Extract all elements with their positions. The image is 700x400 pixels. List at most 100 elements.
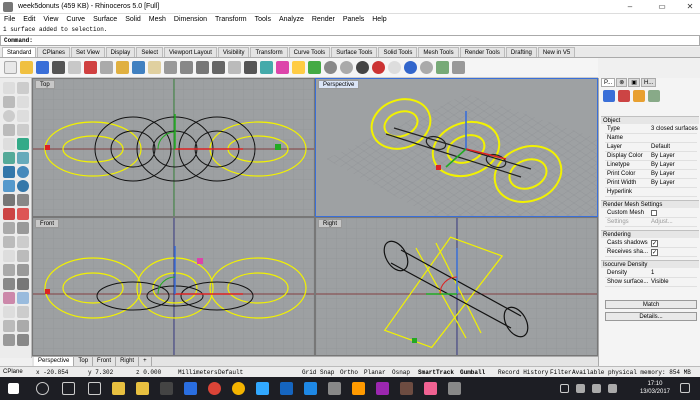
- search-icon[interactable]: [36, 382, 49, 395]
- tab-mesh-tools[interactable]: Mesh Tools: [418, 47, 459, 57]
- minimize-button[interactable]: –: [620, 1, 640, 13]
- join-icon[interactable]: [17, 222, 29, 234]
- zoom-extents-icon[interactable]: [212, 61, 225, 74]
- array-icon[interactable]: [3, 278, 15, 290]
- circle-icon[interactable]: [3, 110, 15, 122]
- tab-render[interactable]: ⊗: [616, 78, 628, 87]
- ortho-toggle[interactable]: Ortho: [340, 369, 358, 376]
- tab-cplanes[interactable]: CPlanes: [37, 47, 71, 57]
- row-density[interactable]: Density 1: [605, 269, 697, 278]
- menu-curve[interactable]: Curve: [66, 16, 85, 23]
- tab-display[interactable]: Display: [105, 47, 136, 57]
- command-input[interactable]: Command:: [0, 35, 700, 46]
- maximize-button[interactable]: ▭: [652, 1, 672, 13]
- menu-dimension[interactable]: Dimension: [174, 16, 207, 23]
- tab-visibility[interactable]: Visibility: [217, 47, 250, 57]
- copy-object-icon[interactable]: [3, 250, 15, 262]
- layer-status[interactable]: Default: [218, 369, 243, 376]
- render-tool-icon[interactable]: [17, 292, 29, 304]
- material-sphere-icon[interactable]: [372, 61, 385, 74]
- tab-render-tools[interactable]: Render Tools: [459, 47, 505, 57]
- row-show-surface[interactable]: Show surface... Visible: [605, 278, 697, 287]
- tab-set-view[interactable]: Set View: [71, 47, 105, 57]
- xray-sphere-icon[interactable]: [420, 61, 433, 74]
- menu-tools[interactable]: Tools: [255, 16, 271, 23]
- lock-icon[interactable]: [308, 61, 321, 74]
- split-icon[interactable]: [3, 222, 15, 234]
- custom-mesh-checkbox[interactable]: [651, 210, 657, 216]
- help-icon[interactable]: [452, 61, 465, 74]
- folder-icon[interactable]: [136, 382, 149, 395]
- vlc-icon[interactable]: [376, 382, 389, 395]
- volume-icon[interactable]: [592, 384, 601, 393]
- scale-icon[interactable]: [3, 264, 15, 276]
- render-icon[interactable]: [404, 61, 417, 74]
- boolean-icon[interactable]: [17, 194, 29, 206]
- viewport-right[interactable]: Right: [315, 217, 598, 356]
- smarttrack-toggle[interactable]: SmartTrack: [418, 369, 454, 376]
- undo-icon[interactable]: [132, 61, 145, 74]
- planar-toggle[interactable]: Planar: [364, 369, 386, 376]
- row-print-color[interactable]: Print Color By Layer: [605, 170, 697, 179]
- rotate-icon[interactable]: [17, 250, 29, 262]
- row-name[interactable]: Name: [605, 134, 697, 143]
- visible-checkbox[interactable]: Visible: [651, 278, 669, 287]
- photoshop-icon[interactable]: [256, 382, 269, 395]
- tab-viewport-layout[interactable]: Viewport Layout: [164, 47, 217, 57]
- extrude-icon[interactable]: [3, 152, 15, 164]
- viewport-right-label[interactable]: Right: [318, 219, 343, 228]
- viewport-perspective[interactable]: Perspective: [315, 78, 598, 217]
- point-icon[interactable]: [17, 82, 29, 94]
- viewport-front-label[interactable]: Front: [35, 219, 60, 228]
- tab-help[interactable]: H...: [640, 78, 657, 87]
- menu-render[interactable]: Render: [312, 16, 335, 23]
- cut-icon[interactable]: [84, 61, 97, 74]
- options-icon[interactable]: [436, 61, 449, 74]
- points-on-icon[interactable]: [3, 320, 15, 332]
- task-view-icon[interactable]: [62, 382, 75, 395]
- row-receives-shadows[interactable]: Receives sha... ✓: [605, 248, 697, 257]
- dimension-icon[interactable]: [17, 278, 29, 290]
- tab-surface-tools[interactable]: Surface Tools: [331, 47, 378, 57]
- zoom-icon[interactable]: [180, 61, 193, 74]
- tab-select[interactable]: Select: [136, 47, 163, 57]
- save-icon[interactable]: [36, 61, 49, 74]
- windows-start-icon[interactable]: [8, 383, 19, 394]
- viewport-4-icon[interactable]: [244, 61, 257, 74]
- polyline-icon[interactable]: [3, 96, 15, 108]
- vp-tab-top[interactable]: Top: [74, 357, 94, 366]
- store-icon[interactable]: [160, 382, 173, 395]
- tab-curve-tools[interactable]: Curve Tools: [288, 47, 331, 57]
- tab-transform[interactable]: Transform: [250, 47, 288, 57]
- system-clock[interactable]: 17:10 13/03/2017: [640, 380, 670, 396]
- sketch-app-icon[interactable]: [400, 382, 413, 395]
- casts-shadows-checkbox[interactable]: ✓: [651, 240, 658, 247]
- vp-tab-front[interactable]: Front: [93, 357, 117, 366]
- tablet-icon[interactable]: [88, 382, 101, 395]
- menu-solid[interactable]: Solid: [125, 16, 141, 23]
- explode-icon[interactable]: [3, 236, 15, 248]
- network-icon[interactable]: [576, 384, 585, 393]
- menu-help[interactable]: Help: [372, 16, 386, 23]
- menu-analyze[interactable]: Analyze: [279, 16, 304, 23]
- print-icon[interactable]: [52, 61, 65, 74]
- loft-icon[interactable]: [17, 152, 29, 164]
- tab-new-in-v5[interactable]: New in V5: [537, 47, 576, 57]
- paste-icon[interactable]: [116, 61, 129, 74]
- record-history-toggle[interactable]: Record History: [498, 369, 548, 376]
- cplane-label[interactable]: CPlane: [3, 369, 23, 375]
- curve-icon[interactable]: [17, 96, 29, 108]
- move-icon[interactable]: [17, 236, 29, 248]
- rendered-sphere-icon[interactable]: [356, 61, 369, 74]
- text-icon[interactable]: [3, 138, 15, 150]
- texture-mapping-icon[interactable]: [648, 90, 660, 102]
- layer-icon[interactable]: [260, 61, 273, 74]
- menu-panels[interactable]: Panels: [343, 16, 364, 23]
- viewport-perspective-label[interactable]: Perspective: [318, 80, 360, 89]
- new-file-icon[interactable]: [4, 61, 17, 74]
- menu-view[interactable]: View: [43, 16, 58, 23]
- group-icon[interactable]: [3, 306, 15, 318]
- osnap-toggle[interactable]: Osnap: [392, 369, 410, 376]
- row-linetype[interactable]: Linetype By Layer: [605, 161, 697, 170]
- lightbulb-icon[interactable]: [292, 61, 305, 74]
